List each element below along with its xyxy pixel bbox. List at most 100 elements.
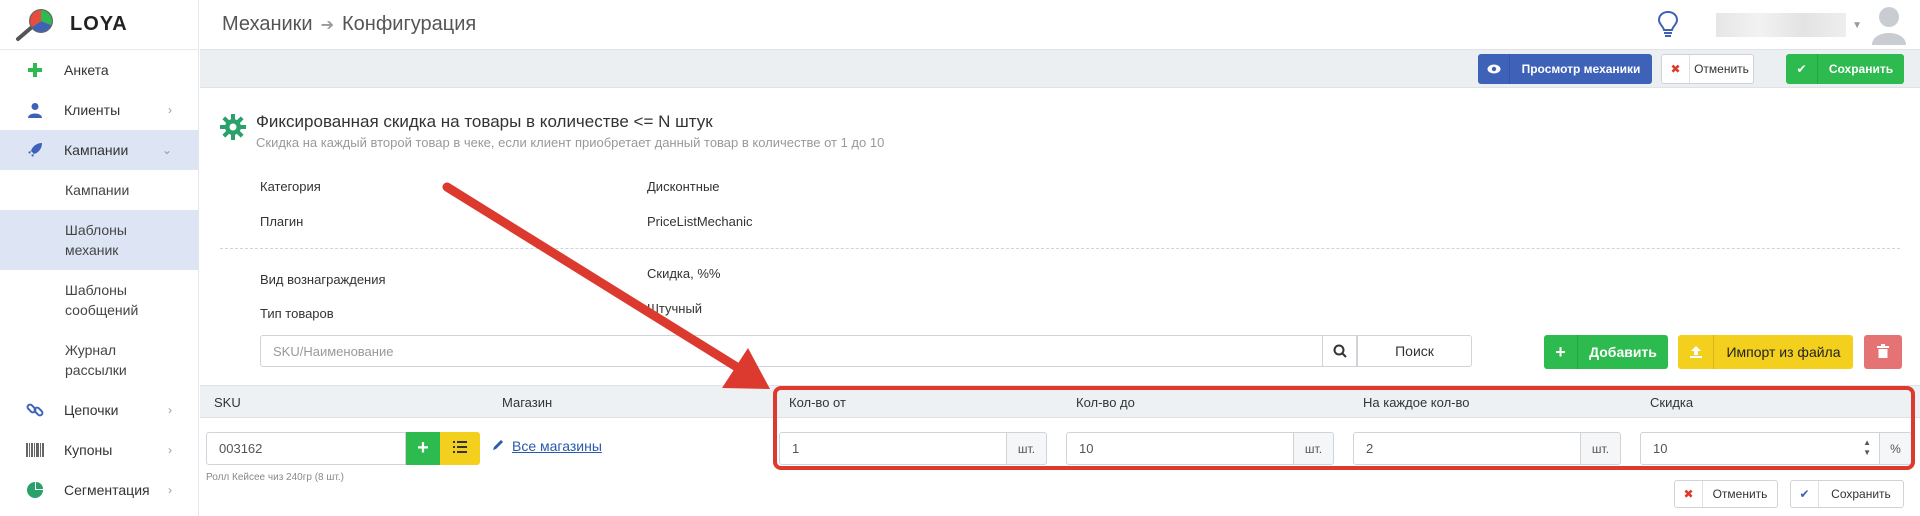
save-label: Сохранить bbox=[1828, 62, 1894, 76]
cancel-button[interactable]: ✖ Отменить bbox=[1661, 54, 1754, 84]
app-name: LOYA bbox=[70, 13, 128, 35]
qty-to-group: 10 шт. bbox=[1066, 432, 1334, 465]
chevron-right-icon: › bbox=[168, 443, 172, 457]
chevron-down-icon: ⌄ bbox=[161, 143, 172, 157]
gear-icon bbox=[220, 114, 246, 145]
chevron-right-icon: › bbox=[168, 483, 172, 497]
plus-icon bbox=[26, 61, 44, 79]
sidebar-item-clients[interactable]: Клиенты › bbox=[0, 90, 198, 130]
sidebar-item-label: Сегментация bbox=[64, 482, 150, 498]
sidebar-subitem-message-templates[interactable]: Шаблоны сообщений bbox=[0, 270, 198, 330]
main-content: Фиксированная скидка на товары в количес… bbox=[200, 88, 1920, 516]
field-value-reward-type: Скидка, %% bbox=[647, 266, 721, 281]
search-button[interactable]: Поиск bbox=[1357, 335, 1472, 367]
qty-from-value: 1 bbox=[792, 441, 800, 456]
cancel-label: Отменить bbox=[1694, 62, 1749, 76]
sidebar-item-label: Цепочки bbox=[64, 402, 119, 418]
save-button[interactable]: ✔ Сохранить bbox=[1786, 54, 1904, 84]
qty-from-unit: шт. bbox=[1007, 432, 1047, 465]
stores-link-label: Все магазины bbox=[512, 438, 602, 454]
search-input[interactable]: SKU/Наименование bbox=[260, 335, 1323, 367]
discount-unit: % bbox=[1880, 432, 1912, 465]
mechanic-header: Фиксированная скидка на товары в количес… bbox=[220, 112, 884, 150]
sidebar: LOYA Анкета Клиенты › Кампании ⌄ Кампани… bbox=[0, 0, 199, 516]
mechanic-title: Фиксированная скидка на товары в количес… bbox=[256, 112, 713, 131]
each-qty-unit: шт. bbox=[1581, 432, 1621, 465]
preview-mechanic-button[interactable]: Просмотр механики bbox=[1478, 54, 1652, 84]
sku-add-button[interactable]: + bbox=[406, 432, 440, 465]
sidebar-item-label: Купоны bbox=[64, 442, 113, 458]
mechanic-subtitle: Скидка на каждый второй товар в чеке, ес… bbox=[256, 135, 885, 150]
search-placeholder: SKU/Наименование bbox=[273, 343, 394, 359]
barcode-icon bbox=[26, 441, 44, 459]
row-save-label: Сохранить bbox=[1831, 487, 1891, 501]
row-save-button[interactable]: ✔ Сохранить bbox=[1790, 480, 1904, 508]
add-label: Добавить bbox=[1589, 344, 1657, 360]
user-icon bbox=[26, 101, 44, 119]
row-cancel-label: Отменить bbox=[1712, 487, 1768, 501]
rocket-icon bbox=[26, 141, 44, 159]
field-label-reward-type: Вид вознаграждения bbox=[260, 272, 386, 287]
add-button[interactable]: + Добавить bbox=[1544, 335, 1668, 369]
check-icon: ✔ bbox=[1786, 54, 1818, 84]
avatar[interactable] bbox=[1872, 5, 1906, 45]
discount-input[interactable]: 10 ▲ ▼ bbox=[1640, 432, 1880, 465]
trash-icon bbox=[1877, 343, 1889, 361]
chevron-right-icon: › bbox=[168, 403, 172, 417]
app-root: LOYA Анкета Клиенты › Кампании ⌄ Кампани… bbox=[0, 0, 1920, 516]
field-label-goods-type: Тип товаров bbox=[260, 306, 334, 321]
check-icon: ✔ bbox=[1791, 481, 1819, 507]
sidebar-item-label: Шаблоны механик bbox=[65, 222, 127, 258]
breadcrumb-configuration: Конфигурация bbox=[342, 13, 477, 35]
preview-mechanic-label: Просмотр механики bbox=[1521, 62, 1641, 76]
spinner-icon[interactable]: ▲ ▼ bbox=[1863, 438, 1871, 458]
stores-link[interactable]: Все магазины bbox=[492, 438, 602, 454]
column-header-qty-from: Кол-во от bbox=[789, 395, 846, 410]
topbar: Механики ➔ Конфигурация ▼ bbox=[200, 0, 1920, 50]
row-cancel-button[interactable]: ✖ Отменить bbox=[1674, 480, 1778, 508]
search-icon[interactable] bbox=[1323, 335, 1357, 367]
sidebar-item-label: Журнал рассылки bbox=[65, 342, 127, 378]
sidebar-subitem-mailing-log[interactable]: Журнал рассылки bbox=[0, 330, 198, 390]
sidebar-item-label: Анкета bbox=[64, 62, 109, 78]
pencil-icon bbox=[492, 438, 504, 454]
sku-list-button[interactable] bbox=[440, 432, 480, 465]
table-header: SKU Магазин Кол-во от Кол-во до На каждо… bbox=[200, 385, 1920, 418]
logo-icon bbox=[14, 8, 56, 42]
each-qty-input[interactable]: 2 bbox=[1353, 432, 1581, 465]
pie-chart-icon bbox=[26, 481, 44, 499]
sidebar-subitem-mechanic-templates[interactable]: Шаблоны механик bbox=[0, 210, 198, 270]
sidebar-item-campaigns[interactable]: Кампании ⌄ bbox=[0, 130, 198, 170]
breadcrumb-mechanics[interactable]: Механики bbox=[222, 13, 313, 36]
sidebar-item-coupons[interactable]: Купоны › bbox=[0, 430, 198, 470]
import-file-button[interactable]: Импорт из файла bbox=[1678, 335, 1853, 369]
qty-to-input[interactable]: 10 bbox=[1066, 432, 1294, 465]
lightbulb-icon[interactable] bbox=[1656, 10, 1680, 40]
sidebar-item-label: Кампании bbox=[64, 142, 129, 158]
qty-from-input[interactable]: 1 bbox=[779, 432, 1007, 465]
plus-icon: + bbox=[417, 437, 429, 459]
sidebar-item-questionnaire[interactable]: Анкета bbox=[0, 50, 198, 90]
eye-icon bbox=[1478, 54, 1510, 84]
divider bbox=[220, 248, 1900, 249]
caret-down-icon[interactable]: ▼ bbox=[1852, 20, 1862, 31]
action-bar: Просмотр механики ✖ Отменить ✔ Сохранить bbox=[200, 50, 1920, 88]
delete-button[interactable] bbox=[1864, 335, 1902, 369]
qty-to-value: 10 bbox=[1079, 441, 1094, 456]
username-blurred[interactable] bbox=[1716, 13, 1847, 37]
column-header-each-qty: На каждое кол-во bbox=[1363, 395, 1470, 410]
close-icon: ✖ bbox=[1675, 481, 1703, 507]
sidebar-item-segmentation[interactable]: Сегментация › bbox=[0, 470, 198, 510]
column-header-store: Магазин bbox=[502, 395, 553, 410]
sidebar-subitem-campaigns[interactable]: Кампании bbox=[0, 170, 198, 210]
sidebar-item-chains[interactable]: Цепочки › bbox=[0, 390, 198, 430]
sku-input[interactable]: 003162 bbox=[206, 432, 406, 465]
sidebar-item-label: Шаблоны сообщений bbox=[65, 282, 139, 318]
chevron-right-icon: › bbox=[168, 103, 172, 117]
field-value-plugin: PriceListMechanic bbox=[647, 214, 753, 229]
field-value-goods-type: Штучный bbox=[647, 301, 703, 316]
each-qty-group: 2 шт. bbox=[1353, 432, 1621, 465]
discount-value: 10 bbox=[1653, 441, 1668, 456]
logo[interactable]: LOYA bbox=[0, 0, 198, 50]
close-icon: ✖ bbox=[1662, 55, 1690, 83]
